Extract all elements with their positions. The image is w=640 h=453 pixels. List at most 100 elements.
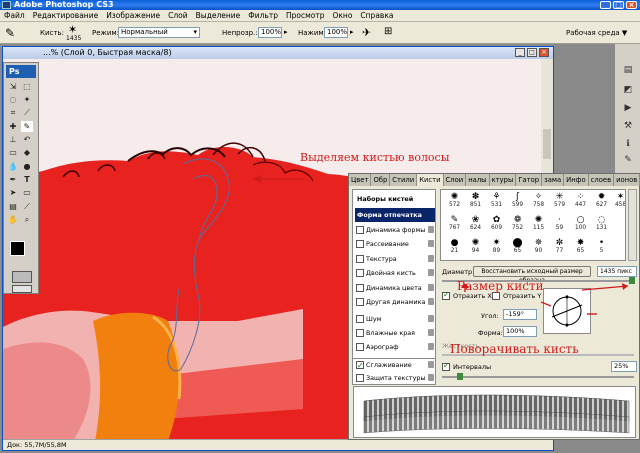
foreground-color-swatch[interactable]: [10, 241, 25, 256]
tab-paths[interactable]: ктуры: [490, 174, 517, 186]
healing-tool-icon[interactable]: ✚: [7, 121, 19, 132]
list-item-noise[interactable]: Шум: [355, 312, 435, 326]
menu-layer[interactable]: Слой: [164, 11, 192, 20]
lock-icon[interactable]: [428, 343, 434, 350]
checkbox[interactable]: [356, 284, 364, 292]
tab-brushes[interactable]: Кисти: [417, 174, 444, 186]
spacing-checkbox[interactable]: ✓: [442, 361, 450, 371]
navigator-icon[interactable]: ▤: [621, 64, 635, 76]
list-item-protect-texture[interactable]: Защита текстуры: [355, 371, 435, 385]
close-button[interactable]: ×: [626, 1, 637, 9]
list-item-brush-presets[interactable]: Наборы кистей: [355, 192, 435, 206]
info-icon[interactable]: ℹ: [621, 138, 635, 150]
eyedropper-icon[interactable]: ⟋: [21, 201, 33, 212]
menu-help[interactable]: Справка: [356, 11, 397, 20]
shape-tool-icon[interactable]: ▭: [21, 187, 33, 198]
dodge-tool-icon[interactable]: ●: [21, 161, 33, 172]
brush-tip[interactable]: ⚘ 531: [485, 192, 508, 209]
menu-window[interactable]: Окно: [328, 11, 356, 20]
notes-tool-icon[interactable]: ▤: [7, 201, 19, 212]
eraser-tool-icon[interactable]: ▭: [7, 147, 19, 158]
menu-image[interactable]: Изображение: [102, 11, 164, 20]
move-tool-icon[interactable]: ⇲: [7, 81, 19, 92]
brush-tip[interactable]: ✵ 90: [527, 238, 550, 255]
checkbox-checked[interactable]: [356, 359, 364, 373]
lock-icon[interactable]: [428, 240, 434, 247]
brush-tool-icon-active[interactable]: ✎: [21, 121, 33, 132]
tab-layers[interactable]: Слои: [444, 174, 467, 186]
brush-tip[interactable]: ⬤ 65: [506, 238, 529, 255]
opacity-field[interactable]: 100%: [258, 27, 282, 38]
airbrush-icon[interactable]: ✈: [362, 26, 371, 39]
blur-tool-icon[interactable]: 💧: [7, 161, 19, 172]
tab-actions[interactable]: ионов: [614, 174, 640, 186]
tip-grid-scrollbar[interactable]: [628, 189, 637, 261]
brush-tip[interactable]: ○ 100: [569, 215, 592, 232]
menu-select[interactable]: Выделение: [192, 11, 245, 20]
zoom-tool-icon[interactable]: ⌕: [21, 214, 33, 225]
list-item-scattering[interactable]: Рассеивание: [355, 237, 435, 251]
list-item-smoothing[interactable]: Сглаживание: [355, 358, 435, 373]
tab-styles[interactable]: Стили: [390, 174, 418, 186]
list-item-wet-edges[interactable]: Влажные края: [355, 326, 435, 340]
hand-tool-icon[interactable]: ✋: [7, 214, 19, 225]
diameter-field[interactable]: 1435 пикс: [597, 266, 637, 277]
brush-tip[interactable]: · 59: [548, 215, 571, 232]
checkbox[interactable]: [356, 374, 364, 382]
flow-arrow-icon[interactable]: ▸: [350, 28, 354, 36]
history-brush-icon[interactable]: ↶: [21, 134, 33, 145]
lock-icon[interactable]: [428, 329, 434, 336]
marquee-tool-icon[interactable]: ⬚: [21, 81, 33, 92]
brush-tip[interactable]: ✷ 89: [485, 238, 508, 255]
checkbox[interactable]: [356, 315, 364, 323]
checkbox[interactable]: [356, 298, 364, 306]
list-item-airbrush[interactable]: Аэрограф: [355, 340, 435, 354]
list-item-texture[interactable]: Текстура: [355, 252, 435, 266]
brush-tip[interactable]: ✺ 572: [443, 192, 466, 209]
checkbox[interactable]: [356, 240, 364, 248]
lock-icon[interactable]: [428, 255, 434, 262]
brush-tip[interactable]: ʃ 599: [506, 192, 529, 209]
lock-icon[interactable]: [428, 374, 434, 381]
lock-icon[interactable]: [428, 226, 434, 233]
list-item-other-dynamics[interactable]: Другая динамика: [355, 295, 435, 309]
brush-tip[interactable]: ✺ 115: [527, 215, 550, 232]
menu-filter[interactable]: Фильтр: [244, 11, 282, 20]
lasso-tool-icon[interactable]: ◌: [7, 94, 19, 105]
tab-color[interactable]: Цвет: [349, 174, 372, 186]
spacing-slider[interactable]: [442, 376, 634, 378]
brush-tip[interactable]: ✽ 851: [464, 192, 487, 209]
type-tool-icon[interactable]: T: [21, 174, 33, 185]
doc-minimize-button[interactable]: _: [515, 48, 525, 57]
menu-file[interactable]: Файл: [0, 11, 29, 20]
crop-tool-icon[interactable]: ⌗: [7, 107, 19, 118]
brush-tip[interactable]: ✼ 77: [548, 238, 571, 255]
list-item-color-dynamics[interactable]: Динамика цвета: [355, 281, 435, 295]
checkbox[interactable]: [356, 329, 364, 337]
maximize-button[interactable]: □: [613, 1, 624, 9]
workspace-menu[interactable]: Рабочая среда ▼: [566, 29, 627, 37]
tab-layer-comps[interactable]: слоев: [589, 174, 615, 186]
menu-view[interactable]: Просмотр: [282, 11, 329, 20]
brush-tip[interactable]: ✿ 609: [485, 215, 508, 232]
flow-field[interactable]: 100%: [324, 27, 348, 38]
tab-swatches[interactable]: Обр: [371, 174, 391, 186]
paint-bucket-icon[interactable]: ◆: [21, 147, 33, 158]
brush-tip[interactable]: ● 21: [443, 238, 466, 255]
tab-notes[interactable]: зама: [542, 174, 565, 186]
brushes-dock-icon[interactable]: ✎: [621, 154, 635, 166]
brush-tip[interactable]: ✧ 758: [527, 192, 550, 209]
checkbox[interactable]: [356, 226, 364, 234]
tab-channels[interactable]: налы: [466, 174, 490, 186]
spacing-slider-thumb[interactable]: [457, 373, 463, 380]
pen-tool-icon[interactable]: ✒: [7, 174, 19, 185]
checkbox[interactable]: [356, 255, 364, 263]
tablet-pressure-icon[interactable]: ⊞: [384, 26, 392, 37]
checkbox[interactable]: [356, 269, 364, 277]
brush-tip[interactable]: ❀ 624: [464, 215, 487, 232]
tab-info[interactable]: Инфо: [564, 174, 589, 186]
restore-size-button[interactable]: Восстановить исходный размер образца: [473, 266, 591, 284]
screen-mode-icon[interactable]: [12, 285, 32, 293]
brush-tip[interactable]: ✎ 767: [443, 215, 466, 232]
mode-select[interactable]: Нормальный ▾: [118, 27, 200, 38]
